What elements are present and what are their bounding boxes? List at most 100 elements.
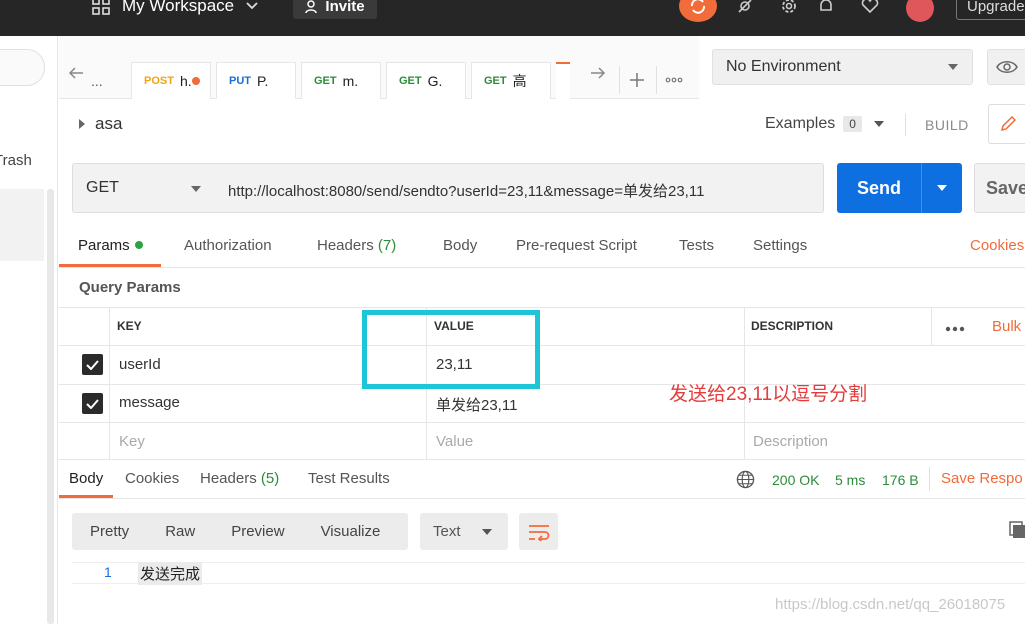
status-code[interactable]: 200 OK — [772, 472, 819, 488]
response-body-text[interactable]: 发送完成 — [138, 562, 203, 585]
tab-body[interactable]: Body — [443, 237, 477, 254]
request-name[interactable]: asa — [79, 114, 122, 134]
tab-headers[interactable]: Headers (7) — [317, 237, 396, 254]
annotation-text: 发送给23,11以逗号分割 — [669, 384, 868, 405]
divider — [59, 307, 1025, 308]
divider — [59, 267, 1025, 268]
line-number: 1 — [104, 564, 112, 580]
request-name-label: asa — [95, 114, 123, 133]
caret-down-icon — [873, 121, 884, 127]
format-visualize[interactable]: Visualize — [303, 523, 399, 540]
response-editor[interactable] — [72, 562, 1025, 584]
method-select[interactable]: GET — [72, 163, 216, 213]
new-tab-button[interactable] — [619, 66, 653, 94]
param-key[interactable]: userId — [119, 356, 161, 373]
param-checkbox[interactable] — [82, 393, 103, 414]
send-options-button[interactable] — [921, 163, 962, 213]
tab-label: 高 — [512, 73, 527, 89]
caret-down-icon — [191, 186, 201, 192]
build-mode-button[interactable]: BUILD — [925, 117, 969, 133]
params-table: KEY VALUE DESCRIPTION Bulk userId 23,11 … — [59, 307, 1025, 460]
environment-quick-look-button[interactable] — [987, 49, 1025, 85]
tab-label: m. — [342, 73, 359, 89]
globe-icon[interactable] — [736, 470, 755, 489]
tab-label: h. — [179, 73, 192, 89]
checkmark-icon — [86, 398, 99, 409]
watermark: https://blog.csdn.net/qq_26018075 — [775, 596, 1006, 613]
environment-label: No Environment — [726, 58, 841, 75]
tab-request[interactable]: GET m. — [301, 62, 381, 99]
response-tab-cookies[interactable]: Cookies — [125, 470, 179, 487]
format-raw[interactable]: Raw — [147, 523, 213, 540]
param-value[interactable]: 单发给23,11 — [436, 394, 517, 415]
save-response-button[interactable]: Save Respo — [941, 470, 1023, 487]
edit-button[interactable] — [988, 104, 1025, 144]
sync-button[interactable] — [679, 0, 717, 22]
tabs-back-button[interactable] — [61, 58, 91, 88]
tab-params-label: Params — [78, 237, 130, 254]
response-time[interactable]: 5 ms — [835, 472, 865, 488]
save-button[interactable]: Save — [974, 163, 1025, 213]
upgrade-button[interactable]: Upgrade — [956, 0, 1025, 20]
bulk-edit-link[interactable]: Bulk — [992, 318, 1021, 335]
tab-active[interactable] — [556, 62, 570, 99]
format-preview[interactable]: Preview — [213, 523, 302, 540]
settings-icon[interactable] — [779, 0, 799, 16]
copy-icon[interactable] — [1008, 520, 1025, 540]
highlight-box — [362, 310, 540, 389]
param-checkbox[interactable] — [82, 354, 103, 375]
divider — [59, 345, 1025, 346]
language-select[interactable]: Text — [420, 513, 508, 550]
wrap-lines-button[interactable] — [519, 513, 558, 550]
checkmark-icon — [86, 359, 99, 370]
workspace-selector[interactable]: My Workspace — [92, 0, 258, 16]
param-key-input[interactable]: Key — [119, 433, 145, 450]
param-value-input[interactable]: Value — [436, 433, 473, 450]
tab-options-button[interactable] — [656, 66, 690, 94]
workspace-name: My Workspace — [122, 0, 235, 15]
param-description-input[interactable]: Description — [753, 433, 828, 450]
response-tab-test-results[interactable]: Test Results — [308, 470, 390, 487]
format-pretty[interactable]: Pretty — [72, 523, 147, 540]
tab-request[interactable]: PUT P. — [216, 62, 296, 99]
tab-label: G. — [427, 73, 443, 89]
more-horizontal-icon — [665, 77, 682, 83]
avatar[interactable] — [906, 0, 934, 22]
response-headers-label: Headers — [200, 470, 257, 487]
caret-right-icon — [79, 119, 85, 129]
column-options-button[interactable] — [945, 319, 965, 337]
tab-authorization[interactable]: Authorization — [184, 237, 272, 254]
tabs-forward-button[interactable] — [583, 58, 613, 88]
tab-request[interactable]: GET G. — [386, 62, 466, 99]
response-size[interactable]: 176 B — [882, 472, 919, 488]
tab-settings[interactable]: Settings — [753, 237, 807, 254]
heart-icon[interactable] — [860, 0, 880, 16]
environment-select[interactable]: No Environment — [712, 49, 973, 85]
bell-icon[interactable] — [816, 0, 836, 16]
sidebar-scrollbar[interactable] — [47, 189, 54, 624]
url-input[interactable]: http://localhost:8080/send/sendto?userId… — [215, 163, 824, 213]
sidebar-item-trash[interactable]: Trash — [0, 152, 32, 169]
param-key[interactable]: message — [119, 394, 180, 411]
cookies-link[interactable]: Cookies — [970, 237, 1024, 254]
invite-button[interactable]: Invite — [293, 0, 377, 19]
arrow-left-icon — [68, 67, 83, 79]
sidebar-selected-item[interactable] — [0, 189, 44, 261]
response-tab-headers[interactable]: Headers (5) — [200, 470, 279, 487]
tab-prerequest-script[interactable]: Pre-request Script — [516, 237, 637, 254]
language-label: Text — [433, 523, 461, 540]
examples-dropdown[interactable]: Examples 0 — [765, 115, 884, 133]
divider — [59, 498, 1025, 499]
tab-request[interactable]: GET 高 — [471, 62, 551, 99]
response-headers-count: (5) — [260, 470, 280, 487]
tab-request[interactable]: POST h. — [131, 62, 211, 99]
send-button[interactable]: Send — [837, 163, 921, 213]
divider — [59, 384, 1025, 385]
sidebar-search-input[interactable] — [0, 49, 45, 86]
tab-params[interactable]: Params — [78, 237, 143, 254]
tab-tests[interactable]: Tests — [679, 237, 714, 254]
response-tab-body[interactable]: Body — [69, 470, 103, 487]
tab-overflow[interactable]: ... — [91, 73, 103, 89]
satellite-icon[interactable] — [735, 0, 755, 16]
arrow-right-icon — [591, 67, 606, 79]
